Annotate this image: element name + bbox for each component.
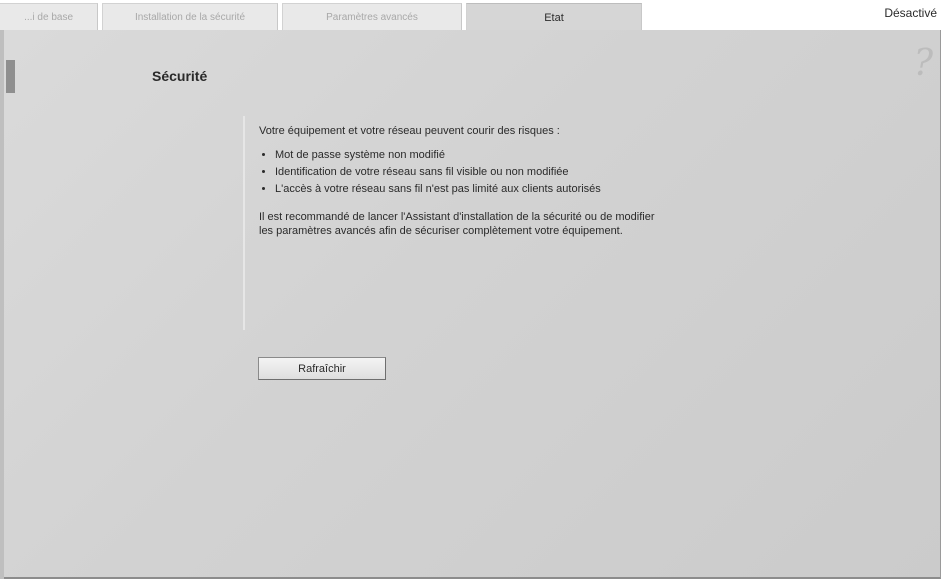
security-warning-block: Votre équipement et votre réseau peuvent… [243,116,703,330]
tab-basic[interactable]: ...i de base [0,3,98,30]
risk-list: Mot de passe système non modifié Identif… [259,148,705,196]
tab-status[interactable]: Etat [466,3,642,31]
intro-text: Votre équipement et votre réseau peuvent… [259,125,560,137]
advice-text: Il est recommandé de lancer l'Assistant … [259,211,655,237]
sidebar-marker [6,60,15,93]
status-text: Désactivé [884,6,937,20]
list-item: Mot de passe système non modifié [275,148,705,162]
tab-advanced-settings[interactable]: Paramètres avancés [282,3,462,30]
tab-security-setup[interactable]: Installation de la sécurité [102,3,278,30]
tab-bar: ...i de base Installation de la sécurité… [0,0,945,31]
refresh-button[interactable]: Rafraîchir [258,357,386,380]
list-item: L'accès à votre réseau sans fil n'est pa… [275,182,705,196]
list-item: Identification de votre réseau sans fil … [275,165,705,179]
section-title: Sécurité [152,68,208,84]
help-icon[interactable]: ? [914,46,933,82]
